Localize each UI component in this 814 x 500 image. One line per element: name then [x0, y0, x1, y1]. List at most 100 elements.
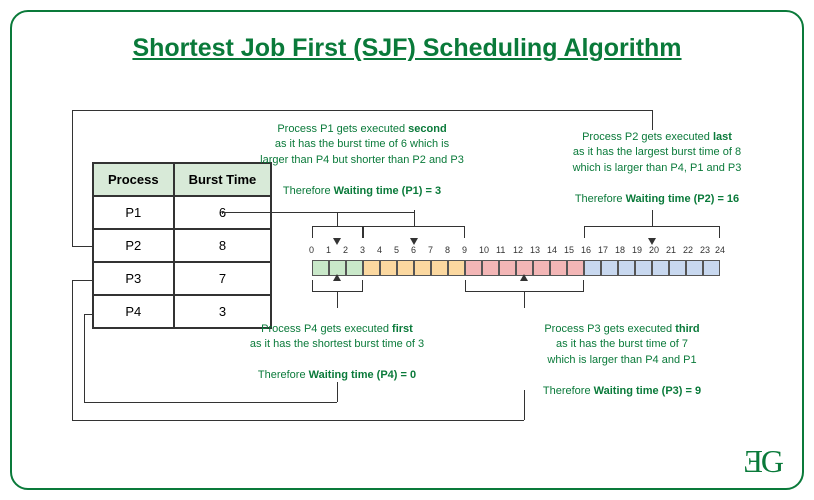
arrow-p3	[520, 274, 528, 281]
gantt-tick: 19	[632, 245, 642, 255]
anno-p4-order: first	[392, 323, 413, 335]
table-row: P3 7	[93, 262, 271, 295]
header-process: Process	[93, 163, 174, 196]
diagram-frame: Shortest Job First (SJF) Scheduling Algo…	[10, 10, 804, 490]
connector-p3-b	[72, 280, 73, 420]
connector-p2-a	[72, 246, 92, 247]
gantt-tick: 5	[394, 245, 399, 255]
gantt-cell: 8	[448, 260, 465, 276]
bracket-p1	[363, 226, 465, 238]
annotation-p4: Process P4 gets executed first as it has…	[222, 322, 452, 384]
anno-p1-order: second	[408, 123, 447, 135]
gantt-tick: 13	[530, 245, 540, 255]
gantt-tick: 2	[343, 245, 348, 255]
arrow-p2	[648, 238, 656, 245]
gantt-tick: 21	[666, 245, 676, 255]
gantt-cell: 5	[397, 260, 414, 276]
gantt-cell: 0	[312, 260, 329, 276]
anno-p3-wait-label: Therefore	[543, 385, 591, 397]
connector-p4-b	[84, 314, 85, 402]
gantt-cell: 20	[652, 260, 669, 276]
anno-p1-line3: larger than P4 but shorter than P2 and P…	[260, 154, 464, 166]
anno-p2-order: last	[713, 131, 732, 143]
connector-p4-d	[337, 382, 338, 402]
bracket-p4	[312, 280, 363, 292]
cell-process: P4	[93, 295, 174, 328]
connector-p3-d	[524, 390, 525, 420]
anno-p4-line2: as it has the shortest burst time of 3	[250, 338, 424, 350]
gantt-cell: 13	[533, 260, 550, 276]
connector-p3-c	[72, 420, 524, 421]
connector-p4-c	[84, 402, 337, 403]
gfg-logo-icon: ƎG	[743, 443, 782, 480]
gantt-tick: 6	[411, 245, 416, 255]
anno-p4-wait: Waiting time (P4) = 0	[309, 369, 416, 381]
arrow-p1	[410, 238, 418, 245]
gantt-tick: 11	[496, 245, 505, 255]
cell-process: P2	[93, 229, 174, 262]
bracket-p2	[584, 226, 720, 238]
gantt-tick: 17	[598, 245, 608, 255]
connector-p2-stem	[652, 210, 653, 226]
gantt-cell: 17	[601, 260, 618, 276]
cell-burst: 7	[174, 262, 272, 295]
gantt-tick: 14	[547, 245, 557, 255]
anno-p3-line3: which is larger than P4 and P1	[547, 354, 696, 366]
gantt-cell: 6	[414, 260, 431, 276]
gantt-tick: 7	[428, 245, 433, 255]
annotation-p3: Process P3 gets executed third as it has…	[512, 322, 732, 399]
gantt-cell: 2324	[703, 260, 720, 276]
gantt-cell: 21	[669, 260, 686, 276]
gantt-tick: 3	[360, 245, 365, 255]
connector-p4-stem	[337, 292, 338, 308]
gantt-cell: 22	[686, 260, 703, 276]
gantt-tick: 15	[564, 245, 574, 255]
gantt-cell: 11	[499, 260, 516, 276]
annotation-p2: Process P2 gets executed last as it has …	[542, 130, 772, 207]
anno-p1-line2: as it has the burst time of 6 which is	[275, 138, 449, 150]
cell-burst: 8	[174, 229, 272, 262]
gantt-cell: 2	[346, 260, 363, 276]
cell-process: P1	[93, 196, 174, 229]
bracket-p4-top	[312, 226, 363, 238]
anno-p4-wait-label: Therefore	[258, 369, 306, 381]
gantt-cell: 14	[550, 260, 567, 276]
anno-p1-line1: Process P1 gets executed	[277, 123, 405, 135]
gantt-cell: 4	[380, 260, 397, 276]
anno-p4-line1: Process P4 gets executed	[261, 323, 389, 335]
gantt-cell: 9	[465, 260, 482, 276]
anno-p3-wait: Waiting time (P3) = 9	[594, 385, 701, 397]
bracket-p3	[465, 280, 584, 292]
gantt-tick: 23	[700, 245, 710, 255]
connector-p2-d	[652, 110, 653, 130]
connector-p1-b	[222, 212, 223, 214]
gantt-tick: 20	[649, 245, 659, 255]
connector-p3-stem	[524, 292, 525, 308]
gantt-tick: 1	[326, 245, 331, 255]
table-row: P2 8	[93, 229, 271, 262]
anno-p2-line2: as it has the largest burst time of 8	[573, 146, 741, 158]
gantt-tick: 24	[715, 245, 725, 255]
cell-process: P3	[93, 262, 174, 295]
gantt-cell: 3	[363, 260, 380, 276]
gantt-chart: 0123456789101112131415161718192021222324	[312, 260, 720, 276]
anno-p3-line2: as it has the burst time of 7	[556, 338, 688, 350]
gantt-tick: 10	[479, 245, 489, 255]
connector-p1-a	[222, 212, 414, 213]
gantt-tick: 8	[445, 245, 450, 255]
anno-p3-line1: Process P3 gets executed	[544, 323, 672, 335]
gantt-tick: 22	[683, 245, 693, 255]
gantt-cell: 15	[567, 260, 584, 276]
gantt-tick: 0	[309, 245, 314, 255]
connector-p4top	[337, 212, 338, 226]
page-title: Shortest Job First (SJF) Scheduling Algo…	[12, 34, 802, 63]
arrow-p4-top	[333, 238, 341, 245]
gantt-tick: 16	[581, 245, 591, 255]
anno-p3-order: third	[675, 323, 699, 335]
connector-p4-a	[84, 314, 92, 315]
connector-p2-b	[72, 110, 73, 246]
gantt-cell: 7	[431, 260, 448, 276]
gantt-cell: 19	[635, 260, 652, 276]
connector-p3-a	[72, 280, 92, 281]
anno-p2-wait-label: Therefore	[575, 193, 623, 205]
